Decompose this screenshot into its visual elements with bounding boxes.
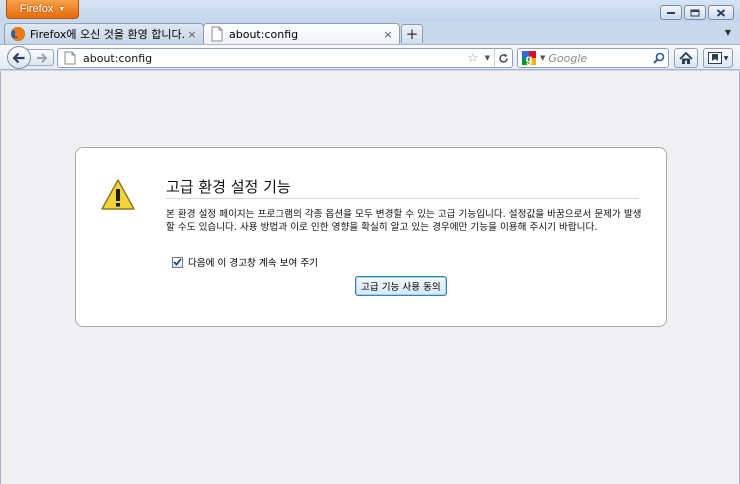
- forward-arrow-icon: [37, 52, 48, 63]
- url-bar[interactable]: about:config ☆ ▼: [57, 48, 513, 68]
- checkmark-icon: [173, 258, 182, 266]
- tab-label: Firefox에 오신 것을 환영 합니다.: [30, 28, 184, 41]
- close-icon: [716, 8, 726, 17]
- navigation-toolbar: about:config ☆ ▼ g ▼ ▼: [0, 44, 740, 70]
- warning-dialog: 고급 환경 설정 기능 본 환경 설정 페이지는 프로그램의 각종 옵션을 모두…: [75, 147, 667, 327]
- search-go-button[interactable]: [650, 52, 668, 64]
- page-content: 고급 환경 설정 기능 본 환경 설정 페이지는 프로그램의 각종 옵션을 모두…: [0, 71, 740, 484]
- home-button[interactable]: [674, 48, 698, 68]
- reload-icon: [499, 53, 508, 63]
- new-tab-button[interactable]: +: [401, 24, 423, 43]
- close-window-button[interactable]: [708, 5, 734, 20]
- minimize-button[interactable]: [660, 5, 682, 20]
- page-icon: [64, 51, 76, 65]
- firefox-logo-icon: [11, 26, 26, 41]
- show-warning-checkbox-row[interactable]: 다음에 이 경고창 계속 보여 주기: [172, 255, 318, 269]
- accept-risk-button[interactable]: 고급 기능 사용 동의: [355, 276, 447, 296]
- magnifier-icon: [653, 52, 665, 64]
- warning-triangle-icon: [101, 179, 135, 210]
- maximize-icon: [690, 9, 700, 16]
- back-arrow-icon: [12, 52, 25, 63]
- maximize-button[interactable]: [684, 5, 706, 20]
- tab-strip: Firefox에 오신 것을 환영 합니다. × about:config × …: [0, 22, 740, 44]
- firefox-menu-button[interactable]: Firefox ▼: [6, 0, 79, 19]
- tab-welcome[interactable]: Firefox에 오신 것을 환영 합니다. ×: [4, 23, 204, 44]
- url-history-dropdown-icon[interactable]: ▼: [485, 54, 490, 62]
- tab-list-icon[interactable]: ▼: [725, 28, 731, 37]
- bookmark-star-icon[interactable]: ☆: [467, 51, 479, 66]
- url-text[interactable]: about:config: [83, 52, 467, 65]
- tab-about-config[interactable]: about:config ×: [203, 23, 400, 44]
- google-engine-icon[interactable]: g: [521, 50, 537, 66]
- show-warning-label: 다음에 이 경고창 계속 보여 주기: [188, 258, 318, 269]
- chevron-down-icon: ▼: [58, 5, 66, 13]
- close-tab-icon[interactable]: ×: [184, 28, 200, 41]
- bookmarks-button[interactable]: ▼: [703, 48, 733, 68]
- svg-text:g: g: [526, 54, 533, 66]
- close-tab-icon[interactable]: ×: [380, 28, 396, 41]
- engine-dropdown-icon[interactable]: ▼: [540, 54, 545, 62]
- show-warning-checkbox[interactable]: [172, 256, 183, 268]
- back-button[interactable]: [7, 46, 31, 69]
- title-bar: Firefox ▼: [0, 0, 740, 22]
- forward-button[interactable]: [27, 49, 54, 66]
- page-icon: [211, 26, 223, 42]
- reload-button[interactable]: [494, 49, 512, 67]
- home-icon: [679, 51, 693, 64]
- warning-title: 고급 환경 설정 기능: [166, 176, 639, 199]
- bookmarks-icon: [707, 52, 722, 64]
- chevron-down-icon: ▼: [723, 54, 729, 62]
- search-bar[interactable]: g ▼: [517, 48, 669, 68]
- minimize-icon: [667, 11, 675, 14]
- window-controls: [660, 5, 734, 20]
- search-input[interactable]: [548, 51, 650, 65]
- warning-message: 본 환경 설정 페이지는 프로그램의 각종 옵션을 모두 변경할 수 있는 고급…: [166, 209, 642, 233]
- back-forward-group: [7, 46, 54, 69]
- tab-label: about:config: [229, 27, 299, 41]
- firefox-menu-label: Firefox: [19, 3, 54, 15]
